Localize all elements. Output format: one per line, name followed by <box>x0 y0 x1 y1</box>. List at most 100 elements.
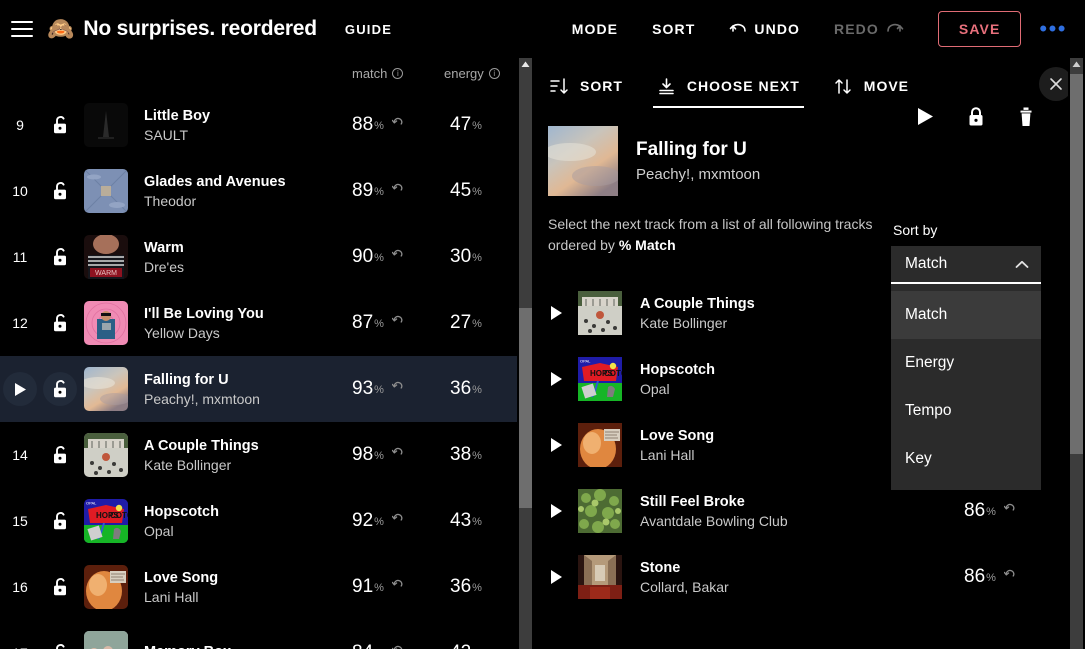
close-icon[interactable] <box>1039 67 1068 101</box>
match-info-icon[interactable]: i <box>392 68 404 79</box>
track-artwork <box>84 103 128 147</box>
tab-sort[interactable]: SORT <box>546 58 627 114</box>
track-row[interactable]: 16 Love Song Lani Hall 91% 36% <box>0 554 517 620</box>
track-list-scrollbar[interactable] <box>517 58 534 649</box>
track-match-reset-icon[interactable] <box>391 314 405 332</box>
suggestion-play-button[interactable] <box>534 503 578 519</box>
track-match-reset-icon[interactable] <box>391 182 405 200</box>
suggestion-artwork <box>578 489 622 533</box>
track-list-pane: match i energy i 9 Little Boy SAULT 88% 47% 1… <box>0 58 517 649</box>
track-match-reset-icon[interactable] <box>391 578 405 596</box>
tab-choose-next[interactable]: CHOOSE NEXT <box>652 58 804 114</box>
track-energy-value: 38% <box>450 444 482 465</box>
reset-arrow-icon <box>391 381 403 389</box>
sort-by-option-match[interactable]: Match <box>891 291 1041 339</box>
track-row[interactable]: 17Memory Box84%42% <box>0 620 517 649</box>
suggestion-artwork: OPALHOPSCOTCH <box>578 357 622 401</box>
track-lock-toggle[interactable] <box>40 247 80 267</box>
sort-by-select[interactable]: Match <box>891 246 1041 284</box>
suggestion-play-button[interactable] <box>534 371 578 387</box>
suggestion-play-button[interactable] <box>534 305 578 321</box>
track-lock-toggle[interactable] <box>40 181 80 201</box>
energy-info-icon[interactable]: i <box>488 68 500 79</box>
panel-scrollbar-thumb[interactable] <box>1070 74 1083 454</box>
track-lock-toggle[interactable] <box>40 643 80 649</box>
sort-button[interactable]: SORT <box>652 21 695 37</box>
mode-button[interactable]: MODE <box>572 21 618 37</box>
panel-scrollbar-up-arrow-icon[interactable] <box>1070 61 1083 73</box>
track-match-reset-icon[interactable] <box>391 380 405 398</box>
more-options-icon[interactable]: ••• <box>1039 18 1067 40</box>
tab-move[interactable]: MOVE <box>830 58 913 114</box>
unlock-icon <box>53 512 66 530</box>
undo-button[interactable]: UNDO <box>729 21 800 37</box>
track-match-reset-icon[interactable] <box>391 248 405 266</box>
track-row[interactable]: 12 I'll Be Loving You Yellow Days 87% 27% <box>0 290 517 356</box>
sort-by-option-key[interactable]: Key <box>891 435 1041 483</box>
track-artwork: WARM <box>84 235 128 279</box>
track-energy-value: 42% <box>450 643 482 649</box>
sort-by-option-energy[interactable]: Energy <box>891 339 1041 387</box>
suggestion-play-button[interactable] <box>534 437 578 453</box>
track-match-value: 98% <box>352 445 405 465</box>
track-energy-value: 45% <box>450 180 482 201</box>
track-match-value: 88% <box>352 115 405 135</box>
panel-description: Select the next track from a list of all… <box>548 214 878 256</box>
track-row[interactable]: 9 Little Boy SAULT 88% 47% <box>0 92 517 158</box>
track-lock-toggle[interactable] <box>40 445 80 465</box>
svg-text:WARM: WARM <box>95 270 117 277</box>
track-energy-value: 27% <box>450 312 482 333</box>
unlock-icon <box>55 644 65 649</box>
track-match-value: 87% <box>352 313 405 333</box>
redo-button[interactable]: REDO <box>834 21 904 37</box>
play-icon[interactable] <box>917 107 934 131</box>
track-lock-toggle[interactable] <box>40 115 80 135</box>
track-row[interactable]: 14 A Couple Things Kate Bollinger 98% 38% <box>0 422 517 488</box>
sort-label: SORT <box>652 21 696 37</box>
scrollbar-thumb[interactable] <box>519 308 532 508</box>
track-lock-toggle[interactable] <box>40 577 80 597</box>
sort-by-value: Match <box>905 255 948 272</box>
unlock-icon <box>53 314 66 332</box>
track-match-reset-icon[interactable] <box>391 116 405 134</box>
track-energy-value: 47% <box>450 114 482 135</box>
page-title: No surprises. reordered <box>83 17 317 40</box>
suggestion-row[interactable]: Stone Collard, Bakar 86% <box>534 544 1068 610</box>
trash-icon[interactable] <box>1018 107 1034 132</box>
lock-icon[interactable] <box>967 106 985 132</box>
choose-next-panel: SORT CHOOSE NEXT MOVE Falling for U Peac… <box>534 58 1068 649</box>
svg-text:COTCH: COTCH <box>604 369 622 378</box>
tab-sort-label: SORT <box>580 78 623 94</box>
suggestion-match-reset-icon[interactable] <box>1003 502 1017 520</box>
track-row[interactable]: Falling for U Peachy!, mxmtoon 93% 36% <box>0 356 517 422</box>
track-row[interactable]: 10 Glades and Avenues Theodor 89% 45% <box>0 158 517 224</box>
track-lock-toggle[interactable] <box>40 313 80 333</box>
panel-description-bold: % Match <box>618 237 676 253</box>
track-match-reset-icon[interactable] <box>391 644 405 649</box>
tab-move-label: MOVE <box>863 78 910 94</box>
reset-arrow-icon <box>391 447 403 455</box>
hamburger-icon[interactable] <box>11 21 33 37</box>
current-track-actions <box>917 106 1034 132</box>
guide-button[interactable]: GUIDE <box>345 22 392 37</box>
tab-choose-next-label: CHOOSE NEXT <box>686 78 800 94</box>
suggestion-play-button[interactable] <box>534 569 578 585</box>
panel-scrollbar[interactable] <box>1068 58 1085 649</box>
track-match-reset-icon[interactable] <box>391 446 405 464</box>
track-list-column-headers: match i energy i <box>0 58 517 92</box>
reset-arrow-icon <box>391 183 403 191</box>
save-button[interactable]: SAVE <box>937 11 1022 47</box>
track-lock-toggle[interactable] <box>40 511 80 531</box>
unlock-icon <box>53 446 66 464</box>
track-lock-toggle[interactable] <box>40 372 80 406</box>
suggestion-match-reset-icon[interactable] <box>1003 568 1017 586</box>
track-row[interactable]: 15OPALHOPSCOTCHHopscotchOpal92%43% <box>0 488 517 554</box>
row-play-button[interactable] <box>0 372 40 406</box>
track-match-reset-icon[interactable] <box>391 512 405 530</box>
track-index: 14 <box>12 447 28 463</box>
scrollbar-up-arrow-icon[interactable] <box>519 61 532 73</box>
see-no-evil-monkey-icon: 🙈 <box>47 16 75 41</box>
unlock-icon <box>53 380 66 398</box>
track-row[interactable]: 11 WARM Warm Dre'es 90% 30% <box>0 224 517 290</box>
sort-by-option-tempo[interactable]: Tempo <box>891 387 1041 435</box>
